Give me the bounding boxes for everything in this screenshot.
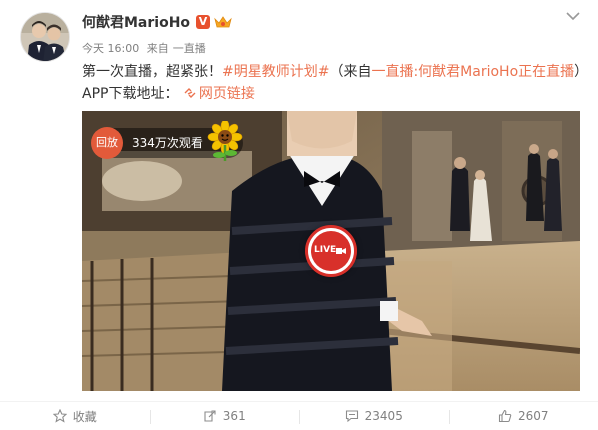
post-text: 第一次直播，超紧张！#明星教师计划#（来自一直播:何猷君MarioHo正在直播）… [82,61,582,105]
repost-button[interactable]: 361 [149,402,300,430]
comment-icon [345,410,358,423]
comment-button[interactable]: 23405 [299,402,449,430]
post-source[interactable]: 一直播 [173,42,206,55]
favorite-label: 收藏 [72,409,97,424]
sunflower-icon [207,121,243,161]
avatar[interactable] [20,12,70,62]
video-player[interactable]: 334万次观看 回放 LIVE [82,111,580,391]
live-play-button[interactable]: LIVE [305,225,357,277]
live-camera-icon [336,248,346,254]
source-prefix: 来自 [146,42,169,55]
post-meta: 今天 16:00 来自 一直播 [82,40,210,56]
live-label: LIVE [314,245,337,255]
favorite-button[interactable]: 收藏 [0,402,150,430]
repost-icon [204,410,216,422]
post-time[interactable]: 今天 16:00 [82,42,139,55]
weibo-post-card: 何猷君MarioHo V 今天 16:00 来自 一直播 第一次直播，超紧张！#明… [0,0,598,430]
replay-badge: 回放 [91,127,123,159]
source-link[interactable]: 一直播:何猷君MarioHo正在直播 [371,64,574,80]
hashtag-link[interactable]: #明星教师计划# [222,64,329,80]
verified-badge-icon[interactable]: V [196,15,211,29]
author-name[interactable]: 何猷君MarioHo [82,12,190,32]
comment-count: 23405 [364,409,403,423]
crown-icon[interactable] [214,15,232,29]
post-text-part2: （来自 [329,64,372,80]
like-icon [498,409,512,423]
action-bar: 收藏 361 23405 2607 [0,402,598,430]
chevron-down-icon[interactable] [565,10,581,22]
repost-count: 361 [222,409,246,423]
web-link[interactable]: 网页链接 [199,86,255,102]
link-icon [184,88,196,98]
like-button[interactable]: 2607 [448,402,598,430]
like-count: 2607 [517,409,549,423]
author-name-row: 何猷君MarioHo V [82,12,232,32]
live-button-inner: LIVE [311,231,351,271]
post-text-part1: 第一次直播，超紧张！ [82,64,222,80]
star-icon [52,409,67,423]
